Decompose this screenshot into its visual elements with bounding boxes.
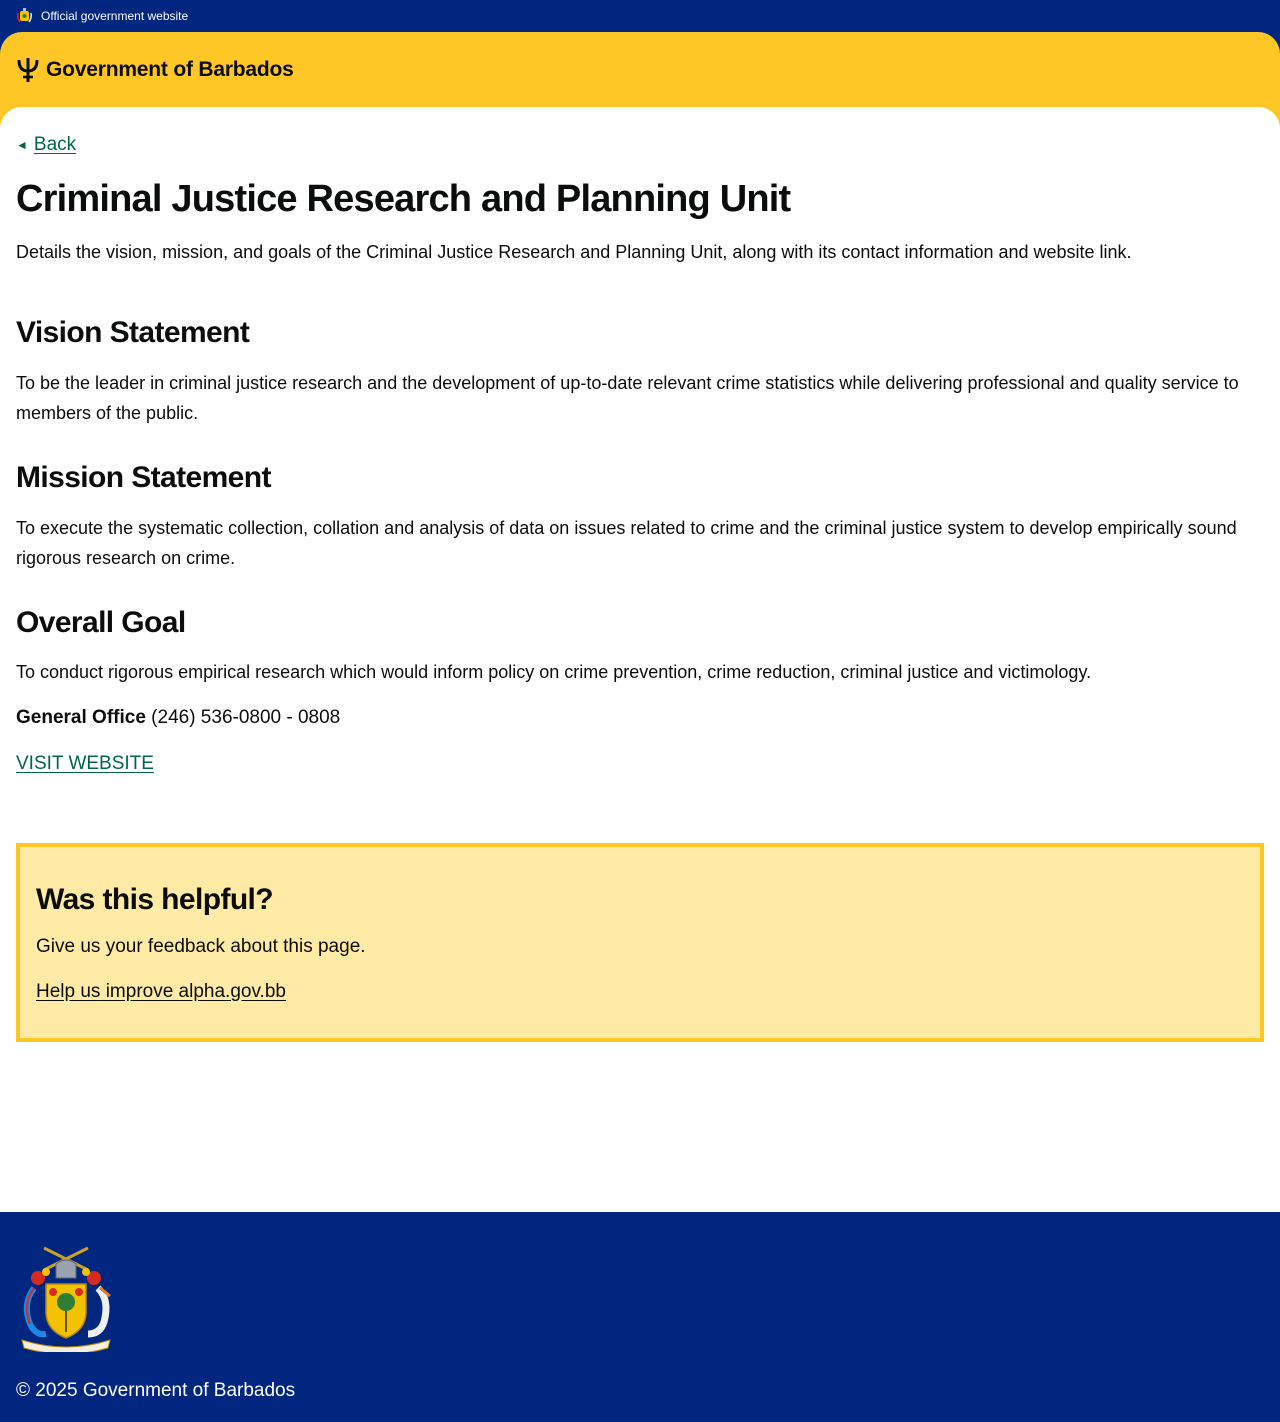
contact-info: General Office (246) 536-0800 - 0808 (16, 703, 340, 733)
copyright-text: © 2025 Government of Barbados (16, 1380, 296, 1401)
goal-text: To conduct rigorous empirical research w… (16, 662, 1092, 682)
home-link[interactable]: Government of Barbados (16, 56, 294, 84)
contact-label: General Office (16, 707, 146, 728)
coat-of-arms-icon (21, 1246, 111, 1352)
brand-name: Government of Barbados (46, 58, 294, 81)
goal-heading: Overall Goal (16, 606, 186, 639)
site-footer: © 2025 Government of Barbados (0, 1212, 1280, 1422)
page-summary: Details the vision, mission, and goals o… (16, 242, 1132, 262)
back-label: Back (33, 134, 77, 155)
main-content: ◄ Back Criminal Justice Research and Pla… (0, 107, 1280, 1212)
feedback-box: Was this helpful? Give us your feedback … (16, 843, 1264, 1042)
feedback-link[interactable]: Help us improve alpha.gov.bb (36, 978, 286, 1006)
arrow-left-icon: ◄ (16, 138, 28, 152)
trident-icon (17, 58, 39, 82)
page-title: Criminal Justice Research and Planning U… (16, 178, 791, 220)
official-website-text: Official government website (41, 9, 189, 23)
feedback-title: Was this helpful? (36, 883, 274, 916)
vision-heading: Vision Statement (16, 316, 250, 349)
vision-text: To be the leader in criminal justice res… (16, 373, 1239, 423)
mission-heading: Mission Statement (16, 461, 271, 494)
official-banner-content: Official government website (16, 6, 188, 26)
coat-of-arms-icon (17, 8, 32, 23)
visit-website-link[interactable]: VISIT WEBSITE (16, 749, 154, 779)
back-link[interactable]: ◄ Back (16, 133, 76, 157)
mission-text: To execute the systematic collection, co… (16, 518, 1237, 568)
feedback-text: Give us your feedback about this page. (36, 936, 366, 957)
contact-phone: (246) 536-0800 - 0808 (151, 707, 341, 728)
